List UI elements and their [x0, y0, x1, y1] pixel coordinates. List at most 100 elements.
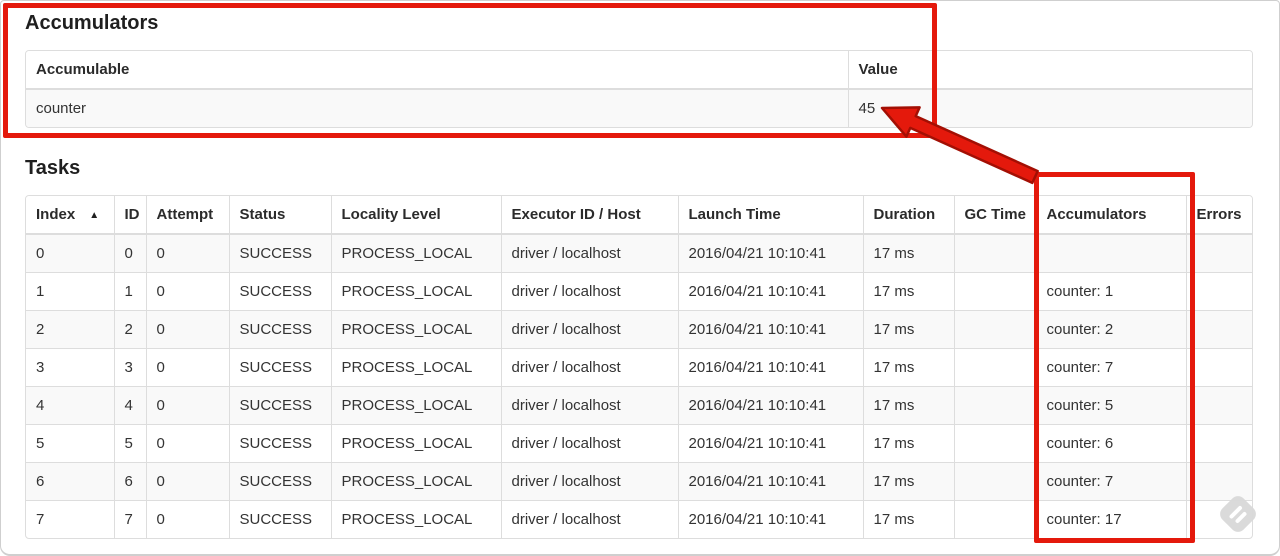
task-row-cell-executor-id-host: driver / localhost [500, 347, 678, 386]
accumulators-header-row: Accumulable Value [26, 51, 1252, 90]
task-row-cell-id: 5 [113, 423, 146, 462]
task-row: 7 7 0 SUCCESS PROCESS_LOCAL driver / localhos… [26, 499, 1252, 538]
accumulators-section-title: Accumulators [25, 12, 159, 34]
task-row-cell-gc-time [953, 234, 1036, 272]
task-row-cell-status: SUCCESS [228, 234, 331, 272]
task-row-cell-status: SUCCESS [228, 309, 331, 348]
task-row: 1 1 0 SUCCESS PROCESS_LOCAL driver / localhos… [26, 271, 1252, 310]
task-row-cell-executor-id-host: driver / localhost [500, 423, 678, 462]
tasks-col-index[interactable]: Index ▲ [26, 196, 114, 235]
task-row-cell-status: SUCCESS [228, 347, 331, 386]
task-row-cell-executor-id-host: driver / localhost [500, 461, 678, 500]
task-row-cell-errors [1185, 423, 1252, 462]
task-row: 6 6 0 SUCCESS PROCESS_LOCAL driver / localhos… [26, 461, 1252, 500]
tasks-col-errors[interactable]: Errors [1185, 196, 1252, 235]
task-row-cell-accumulators: counter: 5 [1035, 385, 1186, 424]
task-row-cell-id: 4 [113, 385, 146, 424]
task-row: 0 0 0 SUCCESS PROCESS_LOCAL driver / localhos… [26, 234, 1252, 272]
task-row-cell-errors [1185, 234, 1252, 272]
task-row-cell-gc-time [953, 499, 1036, 538]
task-row-cell-status: SUCCESS [228, 499, 331, 538]
task-row-cell-accumulators: counter: 2 [1035, 309, 1186, 348]
task-row-cell-gc-time [953, 423, 1036, 462]
task-row: 4 4 0 SUCCESS PROCESS_LOCAL driver / localhos… [26, 385, 1252, 424]
task-row-cell-accumulators: counter: 7 [1035, 347, 1186, 386]
task-row-cell-id: 6 [113, 461, 146, 500]
accumulable-row-cell-accumulable: counter [36, 100, 87, 117]
task-row-cell-errors [1185, 271, 1252, 310]
task-row-cell-accumulators: counter: 7 [1035, 461, 1186, 500]
tasks-col-launch-time[interactable]: Launch Time [677, 196, 863, 235]
task-row-cell-status: SUCCESS [228, 461, 331, 500]
task-row-cell-locality-level: PROCESS_LOCAL [330, 499, 501, 538]
task-row-cell-index: 0 [36, 244, 45, 262]
task-row-cell-status: SUCCESS [228, 271, 331, 310]
task-row-cell-executor-id-host: driver / localhost [500, 385, 678, 424]
task-row-cell-gc-time [953, 461, 1036, 500]
task-row-cell-attempt: 0 [145, 234, 229, 272]
task-row-cell-accumulators: counter: 6 [1035, 423, 1186, 462]
tasks-header-row: Index ▲ ID Attempt Status Locality Level … [26, 196, 1252, 235]
task-row-cell-locality-level: PROCESS_LOCAL [330, 385, 501, 424]
task-row-cell-locality-level: PROCESS_LOCAL [330, 347, 501, 386]
task-row-cell-accumulators [1035, 234, 1186, 272]
task-row-cell-id: 0 [113, 234, 146, 272]
tasks-col-accumulators[interactable]: Accumulators [1035, 196, 1186, 235]
tasks-col-gc-time[interactable]: GC Time [953, 196, 1036, 235]
tasks-section-title: Tasks [25, 157, 81, 179]
tasks-col-attempt[interactable]: Attempt [145, 196, 229, 235]
accumulable-row: counter 45 [26, 89, 1252, 127]
task-row-cell-index: 7 [26, 499, 114, 538]
task-row-cell-duration: 17 ms [862, 309, 954, 348]
tasks-col-executor-id-host[interactable]: Executor ID / Host [500, 196, 678, 235]
sort-ascending-icon: ▲ [89, 210, 100, 221]
task-row-cell-attempt: 0 [145, 499, 229, 538]
task-row-cell-launch-time: 2016/04/21 10:10:41 [677, 385, 863, 424]
task-row-cell-id: 3 [113, 347, 146, 386]
task-row-cell-attempt: 0 [145, 347, 229, 386]
tasks-col-duration[interactable]: Duration [862, 196, 954, 235]
tasks-col-status[interactable]: Status [228, 196, 331, 235]
tasks-col-id[interactable]: ID [113, 196, 146, 235]
task-row-cell-accumulators: counter: 1 [1035, 271, 1186, 310]
task-row: 5 5 0 SUCCESS PROCESS_LOCAL driver / localhos… [26, 423, 1252, 462]
task-row-cell-duration: 17 ms [862, 461, 954, 500]
task-row-cell-index: 6 [26, 461, 114, 500]
task-row-cell-gc-time [953, 271, 1036, 310]
task-row-cell-gc-time [953, 347, 1036, 386]
page-content: Accumulators Accumulable Value counter 45… [25, 0, 1253, 539]
tasks-table-body: 0 0 0 SUCCESS PROCESS_LOCAL driver / localhos… [26, 234, 1252, 538]
task-row-cell-index: 3 [26, 347, 114, 386]
task-row-cell-attempt: 0 [145, 423, 229, 462]
task-row-cell-attempt: 0 [145, 461, 229, 500]
accumulators-col-value: Value [847, 51, 1252, 90]
task-row-cell-errors [1185, 309, 1252, 348]
tasks-col-index-label: Index [36, 206, 76, 223]
task-row-cell-errors [1185, 499, 1252, 538]
task-row-cell-locality-level: PROCESS_LOCAL [330, 461, 501, 500]
accumulators-table: Accumulable Value counter 45 [25, 50, 1253, 128]
task-row-cell-launch-time: 2016/04/21 10:10:41 [677, 347, 863, 386]
task-row-cell-executor-id-host: driver / localhost [500, 309, 678, 348]
task-row-cell-launch-time: 2016/04/21 10:10:41 [677, 461, 863, 500]
tasks-col-locality-level[interactable]: Locality Level [330, 196, 501, 235]
task-row: 3 3 0 SUCCESS PROCESS_LOCAL driver / localhos… [26, 347, 1252, 386]
task-row-cell-index: 4 [26, 385, 114, 424]
task-row-cell-executor-id-host: driver / localhost [500, 234, 678, 272]
task-row-cell-duration: 17 ms [862, 271, 954, 310]
accumulators-col-accumulable: Accumulable [26, 51, 848, 90]
task-row-cell-executor-id-host: driver / localhost [500, 499, 678, 538]
task-row-cell-locality-level: PROCESS_LOCAL [330, 271, 501, 310]
task-row-cell-attempt: 0 [145, 309, 229, 348]
task-row-cell-duration: 17 ms [862, 385, 954, 424]
task-row-cell-index: 5 [26, 423, 114, 462]
task-row-cell-duration: 17 ms [862, 347, 954, 386]
task-row-cell-gc-time [953, 309, 1036, 348]
task-row-cell-errors [1185, 347, 1252, 386]
task-row-cell-locality-level: PROCESS_LOCAL [330, 234, 501, 272]
task-row-cell-id: 7 [113, 499, 146, 538]
task-row-cell-index: 2 [26, 309, 114, 348]
task-row-cell-status: SUCCESS [228, 423, 331, 462]
task-row-cell-errors [1185, 385, 1252, 424]
accumulable-row-cell-value: 45 [847, 89, 1252, 127]
